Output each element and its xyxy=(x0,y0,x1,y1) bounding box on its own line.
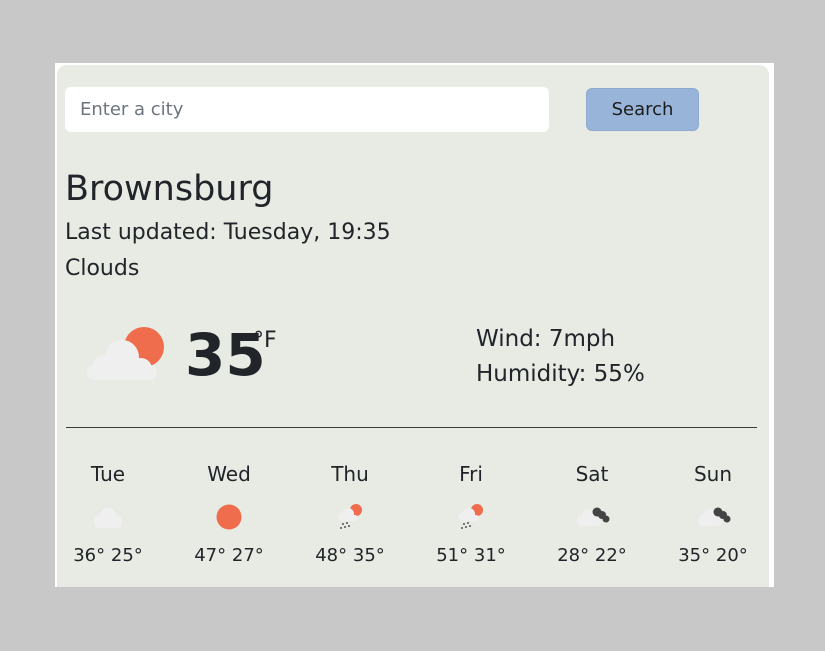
weather-description: Clouds xyxy=(65,256,140,281)
forecast-day-name: Fri xyxy=(459,462,483,486)
city-search-input[interactable] xyxy=(65,87,549,132)
cloud-sun-icon xyxy=(87,327,164,380)
search-button[interactable]: Search xyxy=(586,88,699,131)
cloudy-dark-icon xyxy=(577,507,610,526)
rain-sun-icon xyxy=(337,504,362,529)
forecast-temps: 35° 20° xyxy=(678,545,748,566)
forecast-day-name: Sat xyxy=(575,462,609,486)
forecast-day: Fri 51° 31° xyxy=(416,460,526,568)
forecast-day: Thu 48° 35° xyxy=(295,460,405,568)
humidity: Humidity: 55% xyxy=(476,361,645,387)
rain-sun-icon xyxy=(458,504,483,529)
forecast-day: Wed 47° 27° xyxy=(174,460,284,568)
forecast-temps: 36° 25° xyxy=(73,545,143,566)
forecast-day-name: Wed xyxy=(207,462,251,486)
forecast-day: Sun 35° 20° xyxy=(658,460,768,568)
temperature-unit-toggle[interactable]: °F xyxy=(253,327,277,355)
forecast-day: Sat 28° 22° xyxy=(537,460,647,568)
forecast-temps: 51° 31° xyxy=(436,545,506,566)
forecast-day-name: Thu xyxy=(331,462,369,486)
sun-icon xyxy=(216,504,242,530)
forecast-temps: 47° 27° xyxy=(194,545,264,566)
forecast-day: Tue 36° 25° xyxy=(53,460,163,568)
city-name: Brownsburg xyxy=(65,169,274,209)
forecast-divider xyxy=(66,427,757,428)
wind-speed: Wind: 7mph xyxy=(476,326,616,352)
forecast-day-name: Sun xyxy=(693,462,733,486)
forecast-temps: 28° 22° xyxy=(557,545,627,566)
last-updated-text: Last updated: Tuesday, 19:35 xyxy=(65,220,391,245)
cloud-icon xyxy=(94,508,122,528)
forecast-day-name: Tue xyxy=(90,462,126,486)
forecast-temps: 48° 35° xyxy=(315,545,385,566)
cloudy-dark-icon xyxy=(698,507,731,526)
